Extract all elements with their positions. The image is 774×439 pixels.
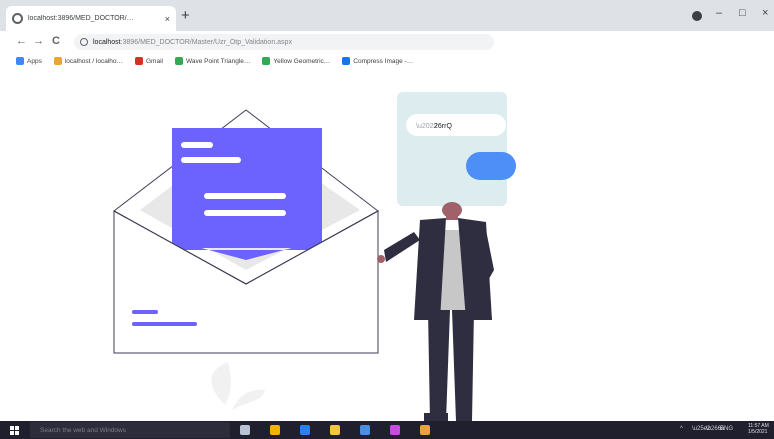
bookmark-favicon-icon <box>262 57 271 65</box>
windows-logo-icon <box>10 426 14 430</box>
letter-line <box>204 210 286 216</box>
bookmark-favicon-icon <box>174 57 183 65</box>
bookmark-favicon-icon <box>135 57 143 65</box>
verify-button[interactable] <box>466 152 516 180</box>
reload-button[interactable]: C <box>52 35 60 48</box>
explorer-icon[interactable] <box>330 425 340 435</box>
url-host: localhost <box>93 38 121 46</box>
bookmark-label: Gmail <box>146 57 163 65</box>
envelope-illustration <box>113 109 379 354</box>
new-tab-button[interactable]: + <box>181 8 190 24</box>
bookmark-item[interactable]: Wave Point Triangle… <box>174 57 251 65</box>
photos-icon[interactable] <box>390 425 400 435</box>
address-line <box>132 310 158 314</box>
bookmark-label: Wave Point Triangle… <box>185 57 251 65</box>
language-indicator[interactable]: ENG <box>720 426 733 432</box>
bookmark-label: localhost / localho… <box>64 57 123 65</box>
maximize-button[interactable]: □ <box>739 7 746 19</box>
page-content: \u2022 26rrQ <box>0 70 774 421</box>
slack-icon[interactable] <box>420 425 430 435</box>
bookmark-label: Yellow Geometric… <box>273 57 331 65</box>
bookmarks-bar: Apps localhost / localho… Gmail Wave Point … <box>0 53 774 69</box>
taskbar-clock[interactable]: 11:57 AM 1/5/2021 <box>748 423 769 435</box>
tab-title: localhost:3896/MED_DOCTOR/… <box>28 15 134 22</box>
bookmark-item[interactable]: localhost / localho… <box>53 57 123 65</box>
letter-line <box>204 193 286 199</box>
bookmark-item[interactable]: Yellow Geometric… <box>262 57 330 65</box>
forward-button[interactable]: → <box>33 35 44 48</box>
clock-date: 1/5/2021 <box>748 429 768 435</box>
tray-chevron-icon[interactable]: ^ <box>680 426 683 432</box>
bookmark-favicon-icon <box>53 57 62 65</box>
bookmark-item[interactable]: Gmail <box>135 57 163 65</box>
windows-start-button[interactable] <box>10 426 19 435</box>
close-icon[interactable]: × <box>165 14 170 24</box>
task-view-icon[interactable] <box>240 425 250 435</box>
apps-grid-icon <box>16 57 24 65</box>
address-line <box>132 322 197 326</box>
info-icon[interactable] <box>80 38 88 46</box>
leaf-watermark <box>211 362 265 410</box>
back-button[interactable]: ← <box>16 35 27 48</box>
taskbar-search[interactable]: Search the web and Windows <box>30 422 230 438</box>
bookmark-label: Compress Image -… <box>353 57 414 65</box>
globe-icon <box>12 13 23 24</box>
browser-tab-strip: localhost:3896/MED_DOCTOR/… × + – □ × <box>0 0 774 31</box>
minimize-button[interactable]: – <box>716 7 722 19</box>
taskbar: Search the web and Windows ^ \u25e2 \u26… <box>0 421 774 439</box>
chrome-icon[interactable] <box>270 425 280 435</box>
letter-line <box>181 157 241 163</box>
otp-card: \u2022 26rrQ <box>397 92 516 206</box>
profile-icon[interactable] <box>692 11 702 21</box>
edge-icon[interactable] <box>360 425 370 435</box>
bookmark-favicon-icon <box>342 57 351 65</box>
person-illustration <box>377 202 494 421</box>
bookmark-item[interactable]: Compress Image -… <box>342 57 413 65</box>
letter-line <box>181 142 213 148</box>
close-window-button[interactable]: × <box>762 7 768 19</box>
browser-tab[interactable]: localhost:3896/MED_DOCTOR/… × <box>6 6 176 31</box>
address-bar[interactable]: localhost :3896/MED_DOCTOR/Master/Uzr_Ot… <box>74 34 494 50</box>
otp-input-value: 26rrQ <box>434 123 452 130</box>
store-icon[interactable] <box>300 425 310 435</box>
bookmark-item[interactable]: Apps <box>16 57 42 65</box>
url-path: :3896/MED_DOCTOR/Master/Uzr_Otp_Validati… <box>120 38 292 46</box>
otp-illustration: \u2022 26rrQ <box>113 92 516 421</box>
bookmark-label: Apps <box>27 57 42 65</box>
